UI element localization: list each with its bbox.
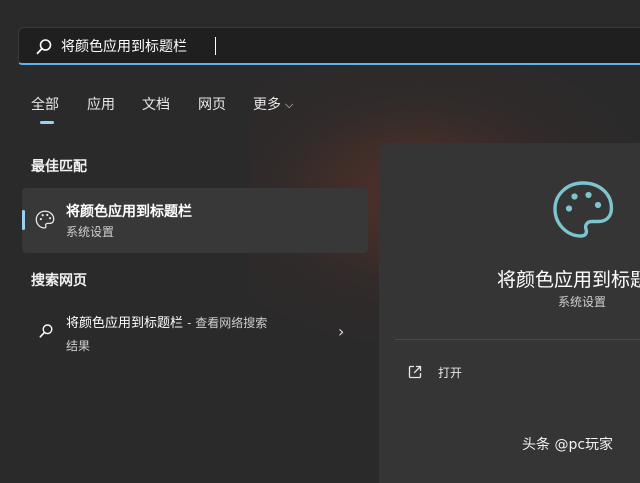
tab-apps[interactable]: 应用 bbox=[87, 94, 115, 114]
search-box[interactable] bbox=[18, 27, 640, 65]
detail-panel: 将颜色应用到标题 系统设置 打开 bbox=[379, 143, 640, 483]
web-search-text: 将颜色应用到标题栏 - 查看网络搜索 结果 bbox=[66, 312, 316, 358]
detail-title: 将颜色应用到标题 bbox=[497, 269, 640, 291]
text-caret bbox=[215, 37, 216, 55]
search-input[interactable] bbox=[61, 35, 561, 57]
open-label: 打开 bbox=[438, 366, 463, 380]
best-match-subtitle: 系统设置 bbox=[66, 225, 115, 239]
web-search-suffix: - 查看网络搜索 bbox=[187, 316, 268, 330]
detail-subtitle: 系统设置 bbox=[558, 295, 607, 309]
tab-web[interactable]: 网页 bbox=[198, 94, 226, 114]
tab-more-label: 更多 bbox=[253, 97, 281, 113]
watermark: 头条 @pc玩家 bbox=[522, 437, 614, 453]
palette-icon bbox=[553, 181, 614, 238]
best-match-title: 将颜色应用到标题栏 bbox=[66, 204, 192, 220]
open-external-icon bbox=[408, 365, 422, 379]
active-tab-indicator bbox=[40, 121, 54, 124]
web-search-query: 将颜色应用到标题栏 bbox=[66, 316, 184, 331]
search-icon bbox=[39, 324, 53, 338]
tab-documents[interactable]: 文档 bbox=[142, 94, 170, 114]
tab-all[interactable]: 全部 bbox=[31, 94, 59, 114]
chevron-down-icon: ⌵ bbox=[285, 98, 294, 111]
tab-more[interactable]: 更多 ⌵ bbox=[253, 94, 293, 114]
open-action[interactable]: 打开 bbox=[407, 361, 637, 385]
selection-indicator bbox=[22, 210, 25, 230]
divider bbox=[395, 339, 640, 340]
best-match-result[interactable]: 将颜色应用到标题栏 系统设置 bbox=[22, 188, 368, 253]
best-match-heading: 最佳匹配 bbox=[31, 159, 87, 175]
web-search-result[interactable]: 将颜色应用到标题栏 - 查看网络搜索 结果 › bbox=[22, 302, 368, 358]
web-search-heading: 搜索网页 bbox=[31, 273, 87, 289]
chevron-right-icon[interactable]: › bbox=[338, 322, 344, 341]
search-icon bbox=[36, 39, 52, 55]
web-search-suffix-line2: 结果 bbox=[66, 339, 91, 353]
palette-icon bbox=[35, 210, 55, 229]
